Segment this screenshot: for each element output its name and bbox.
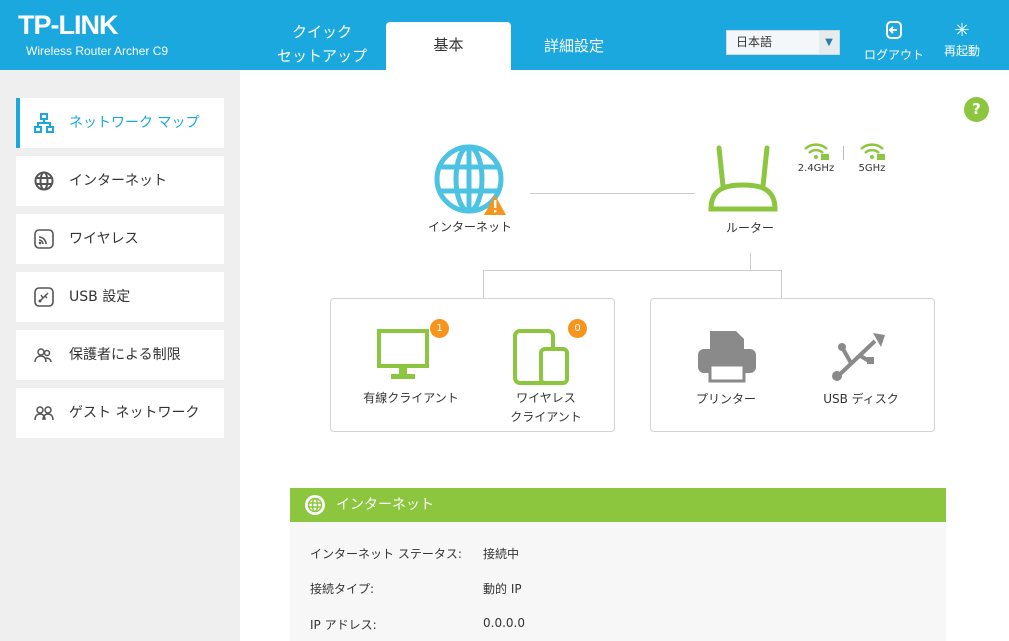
sidebar-item-label: USB 設定: [69, 289, 131, 305]
model-name: Wireless Router Archer C9: [26, 44, 169, 58]
logout-label: ログアウト: [864, 48, 925, 62]
usb-disk[interactable]: USB ディスク: [811, 319, 911, 419]
row-key: インターネット ステータス:: [310, 547, 462, 561]
router-icon[interactable]: [705, 145, 781, 215]
logout-icon: [864, 20, 924, 46]
tree-line: [750, 253, 751, 270]
wireless-label-line: ワイヤレス: [516, 391, 576, 405]
reboot-label: 再起動: [944, 44, 981, 58]
wireless-label: ワイヤレスクライアント: [491, 389, 601, 427]
wireless-clients[interactable]: 0 ワイヤレスクライアント: [491, 319, 601, 429]
connection-type-row: 接続タイプ: 動的 IP: [310, 580, 522, 597]
internet-panel: インターネット インターネット ステータス: 接続中 接続タイプ: 動的 IP IP…: [290, 488, 946, 641]
sidebar-item-network-map[interactable]: ネットワーク マップ: [16, 98, 224, 148]
brand-logo: TP-LINK: [18, 10, 118, 40]
wifi-2g-icon[interactable]: [804, 143, 830, 161]
logout-button[interactable]: ログアウト: [864, 20, 924, 63]
tab-basic[interactable]: 基本: [386, 22, 511, 70]
wired-count-badge: 1: [430, 319, 449, 338]
chevron-down-icon: ▼: [819, 31, 839, 54]
language-value: 日本語: [736, 35, 773, 49]
connection-line: [530, 193, 695, 194]
band-2g-label: 2.4GHz: [797, 163, 835, 174]
globe-icon: [34, 171, 54, 191]
parental-icon: [34, 348, 52, 363]
reboot-button[interactable]: ✳ 再起動: [944, 20, 980, 59]
status-row: インターネット ステータス: 接続中: [310, 545, 519, 562]
tree-line: [483, 270, 782, 271]
sidebar-item-label: インターネット: [69, 173, 167, 189]
row-value: 接続中: [483, 547, 520, 561]
printer[interactable]: プリンター: [676, 319, 776, 419]
row-key: 接続タイプ:: [310, 582, 375, 596]
wireless-label-line: クライアント: [510, 410, 582, 424]
globe-icon: [305, 495, 325, 515]
band-divider: [843, 146, 844, 160]
sidebar-item-usb[interactable]: USB 設定: [16, 272, 224, 322]
sidebar-item-label: ネットワーク マップ: [69, 115, 200, 131]
wireless-count-badge: 0: [568, 319, 587, 338]
sidebar: ネットワーク マップ インターネット ワイヤレス USB 設定 保護者による制限…: [0, 70, 240, 641]
usb-disk-label: USB ディスク: [823, 392, 899, 406]
header: TP-LINK Wireless Router Archer C9 クイック セ…: [0, 0, 1009, 70]
usb-icon: [34, 287, 54, 307]
tab-quick-setup[interactable]: クイック セットアップ: [272, 20, 372, 68]
sidebar-item-label: ワイヤレス: [69, 231, 139, 247]
sidebar-item-label: 保護者による制限: [69, 347, 181, 363]
clients-box: 1 有線クライアント 0 ワイヤレスクライアント: [330, 298, 615, 432]
printer-label: プリンター: [695, 392, 756, 406]
wireless-icon: [34, 229, 54, 249]
wired-clients[interactable]: 1 有線クライアント: [361, 319, 461, 419]
tab-advanced[interactable]: 詳細設定: [530, 34, 618, 58]
devices-box: プリンター USB ディスク: [650, 298, 935, 432]
sidebar-item-wireless[interactable]: ワイヤレス: [16, 214, 224, 264]
wired-label: 有線クライアント: [363, 391, 459, 405]
internet-panel-title: インターネット: [336, 497, 434, 513]
sidebar-item-guest-network[interactable]: ゲスト ネットワーク: [16, 388, 224, 438]
sidebar-item-internet[interactable]: インターネット: [16, 156, 224, 206]
row-value: 動的 IP: [483, 582, 522, 596]
monitor-icon: [377, 329, 429, 379]
internet-label: インターネット: [427, 220, 512, 234]
internet-globe-icon[interactable]: [433, 143, 508, 218]
row-value: 0.0.0.0: [483, 616, 525, 630]
tree-line: [781, 270, 782, 298]
wifi-5g-icon[interactable]: [860, 143, 886, 161]
help-icon[interactable]: ?: [964, 97, 989, 122]
reboot-icon: ✳: [954, 20, 970, 41]
sidebar-item-parental-controls[interactable]: 保護者による制限: [16, 330, 224, 380]
internet-panel-header: インターネット: [290, 488, 946, 522]
tree-line: [483, 270, 484, 298]
language-select[interactable]: 日本語 ▼: [726, 30, 840, 55]
router-label: ルーター: [725, 221, 774, 235]
tab-label: セットアップ: [276, 47, 367, 65]
band-5g-label: 5GHz: [858, 163, 886, 174]
row-key: IP アドレス:: [310, 618, 377, 632]
sidebar-item-label: ゲスト ネットワーク: [69, 405, 200, 421]
printer-icon: [698, 331, 756, 383]
tab-label: クイック: [291, 23, 352, 41]
network-map-icon: [34, 113, 54, 133]
ip-address-row: IP アドレス: 0.0.0.0: [310, 616, 525, 633]
guest-icon: [34, 406, 54, 421]
devices-icon: [513, 329, 569, 385]
usb-symbol-icon: [832, 333, 885, 381]
